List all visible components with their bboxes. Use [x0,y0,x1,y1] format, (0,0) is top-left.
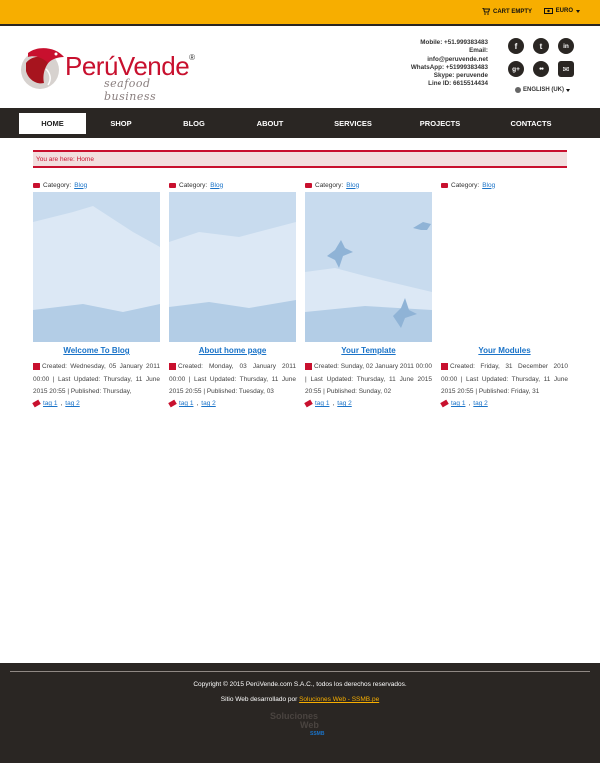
top-bar: CART EMPTY EURO [0,0,600,26]
nav-home[interactable]: HOME [19,113,86,134]
contact-skype: Skype: peruvende [433,72,488,80]
article-category: Category: Blog [305,180,432,190]
tumblr-icon[interactable]: t [533,38,549,54]
calendar-icon [169,362,176,370]
fish-globe-icon [21,48,64,89]
folder-icon [33,182,40,188]
site-logo[interactable]: PerúVende® seafood business [18,43,198,103]
tag-icon [440,399,449,408]
nav-about[interactable]: ABOUT [244,113,296,134]
article-category: Category: Blog [441,180,568,190]
article-title[interactable]: Your Template [305,346,432,357]
cart-label: CART EMPTY [493,8,532,15]
article-title[interactable]: About home page [169,346,296,357]
contact-line: Line ID: 6615514434 [428,80,488,88]
tag-link[interactable]: tag 1 [315,400,329,407]
article-meta: Created: Monday, 03 January 2011 00:00 |… [169,362,296,395]
google-plus-icon[interactable]: g+ [508,61,524,77]
social-links: f t in g+ ●● ✉ [508,38,578,77]
article-category: Category: Blog [33,180,160,190]
tag-link[interactable]: tag 2 [473,400,487,407]
tag-icon [32,399,41,408]
language-label: ENGLISH (UK) [523,87,564,93]
nav-projects[interactable]: PROJECTS [410,113,470,134]
category-link[interactable]: Blog [346,182,359,189]
article-meta: Created: Friday, 31 December 2010 00:00 … [441,362,568,395]
globe-icon [515,87,521,93]
tag-link[interactable]: tag 2 [337,400,351,407]
article-card: Category: Blog Your Modules Created: Fri… [440,180,568,408]
developer-logo[interactable]: Soluciones Web SSMB [270,712,332,742]
brand-tagline: seafood business [104,77,157,103]
nav-shop[interactable]: SHOP [95,113,147,134]
chevron-down-icon [566,88,570,92]
article-image[interactable] [169,192,296,342]
footer: Copyright © 2015 PerúVende.com S.A.C., t… [0,663,600,763]
article-image[interactable] [441,192,568,342]
nav-blog[interactable]: BLOG [168,113,220,134]
flickr-icon[interactable]: ●● [533,61,549,77]
calendar-icon [33,362,40,370]
contact-whatsapp: WhatsApp: +51999383483 [410,63,488,71]
nav-services[interactable]: SERVICES [325,113,381,134]
language-selector[interactable]: ENGLISH (UK) [515,87,570,93]
footer-divider [10,671,590,672]
article-title[interactable]: Your Modules [441,346,568,357]
chevron-down-icon [576,9,580,13]
tag-link[interactable]: tag 1 [43,400,57,407]
folder-icon [305,182,312,188]
developer-link[interactable]: Soluciones Web - SSMB.pe [299,696,379,703]
copyright-text: Copyright © 2015 PerúVende.com S.A.C., t… [193,681,407,688]
contact-email-label: Email: [469,47,488,55]
calendar-icon [305,362,312,370]
mail-icon[interactable]: ✉ [558,61,574,77]
contact-mobile: Mobile: +51.999383483 [420,39,488,46]
money-icon [543,8,553,14]
main-nav: HOME SHOP BLOG ABOUT SERVICES PROJECTS C… [0,108,600,138]
article-meta: Created: Sunday, 02 January 2011 00:00 |… [305,362,432,395]
developer-credit: Sitio Web desarrollado por Soluciones We… [220,696,380,703]
category-link[interactable]: Blog [74,182,87,189]
currency-label: EURO [555,8,573,14]
tag-icon [304,399,313,408]
cart-link[interactable]: CART EMPTY [482,8,532,15]
contact-email[interactable]: info@peruvende.net [411,56,488,64]
folder-icon [169,182,176,188]
currency-selector[interactable]: EURO [543,8,580,14]
category-link[interactable]: Blog [210,182,223,189]
article-meta: Created: Wednesday, 05 January 2011 00:0… [33,362,160,395]
contact-info: Mobile: +51.999383483 Email: info@peruve… [411,39,488,89]
article-title[interactable]: Welcome To Blog [33,346,160,357]
linkedin-icon[interactable]: in [558,38,574,54]
article-image[interactable] [33,192,160,342]
category-link[interactable]: Blog [482,182,495,189]
calendar-icon [441,362,448,370]
article-tags: tag 1, tag 2 [304,399,432,408]
tag-link[interactable]: tag 1 [179,400,193,407]
folder-icon [441,182,448,188]
article-card: Category: Blog About home page Created: … [168,180,296,408]
article-tags: tag 1, tag 2 [168,399,296,408]
tag-link[interactable]: tag 1 [451,400,465,407]
article-card: Category: Blog Welcome To Blog Created: … [32,180,160,408]
cart-icon [482,8,490,15]
tag-icon [168,399,177,408]
article-image[interactable] [305,192,432,342]
article-category: Category: Blog [169,180,296,190]
tag-link[interactable]: tag 2 [201,400,215,407]
tag-link[interactable]: tag 2 [65,400,79,407]
facebook-icon[interactable]: f [508,38,524,54]
article-tags: tag 1, tag 2 [440,399,568,408]
article-card: Category: Blog Your Template Created: Su… [304,180,432,408]
breadcrumb: You are here: Home [33,150,567,168]
nav-contacts[interactable]: CONTACTS [500,113,562,134]
article-tags: tag 1, tag 2 [32,399,160,408]
